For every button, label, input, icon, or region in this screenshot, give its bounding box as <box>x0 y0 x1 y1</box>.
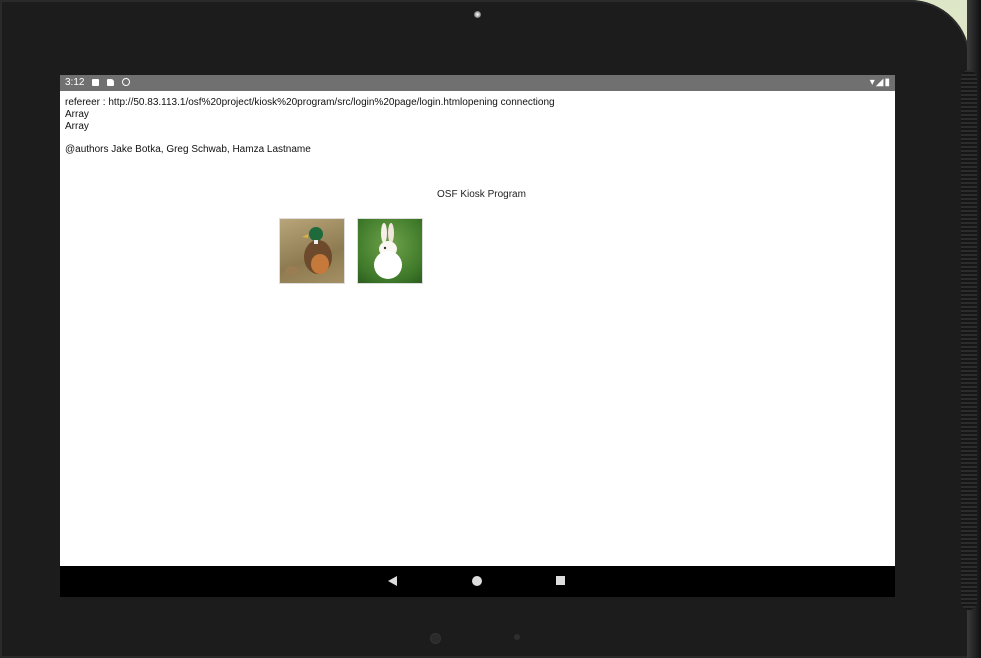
image-icon <box>92 79 99 86</box>
front-sensor-small <box>514 634 520 640</box>
signal-wifi-battery-icons: ▾◢▮ <box>869 77 891 88</box>
duck-image[interactable] <box>279 218 345 284</box>
back-icon[interactable] <box>388 576 397 586</box>
referrer-text: refereer : http://50.83.113.1/osf%20proj… <box>65 97 555 108</box>
authors-text: @authors Jake Botka, Greg Schwab, Hamza … <box>65 144 311 155</box>
sd-card-icon <box>107 79 114 86</box>
rabbit-image[interactable] <box>357 218 423 284</box>
status-bar: 3:12 ▾◢▮ <box>60 75 895 91</box>
tablet-device: 3:12 ▾◢▮ refereer : http://50.83.113.1/o… <box>0 0 970 658</box>
sync-icon <box>122 78 130 86</box>
web-content: refereer : http://50.83.113.1/osf%20proj… <box>60 91 895 566</box>
page-title: OSF Kiosk Program <box>437 189 526 200</box>
navigation-bar <box>60 566 895 597</box>
status-time: 3:12 <box>65 77 85 88</box>
device-screen: 3:12 ▾◢▮ refereer : http://50.83.113.1/o… <box>60 75 895 597</box>
home-icon[interactable] <box>472 576 482 586</box>
front-camera <box>474 11 481 18</box>
recents-icon[interactable] <box>556 576 565 585</box>
front-sensor <box>430 633 441 644</box>
array-text-2: Array <box>65 121 89 132</box>
speaker-grille <box>961 70 977 610</box>
array-text-1: Array <box>65 109 89 120</box>
